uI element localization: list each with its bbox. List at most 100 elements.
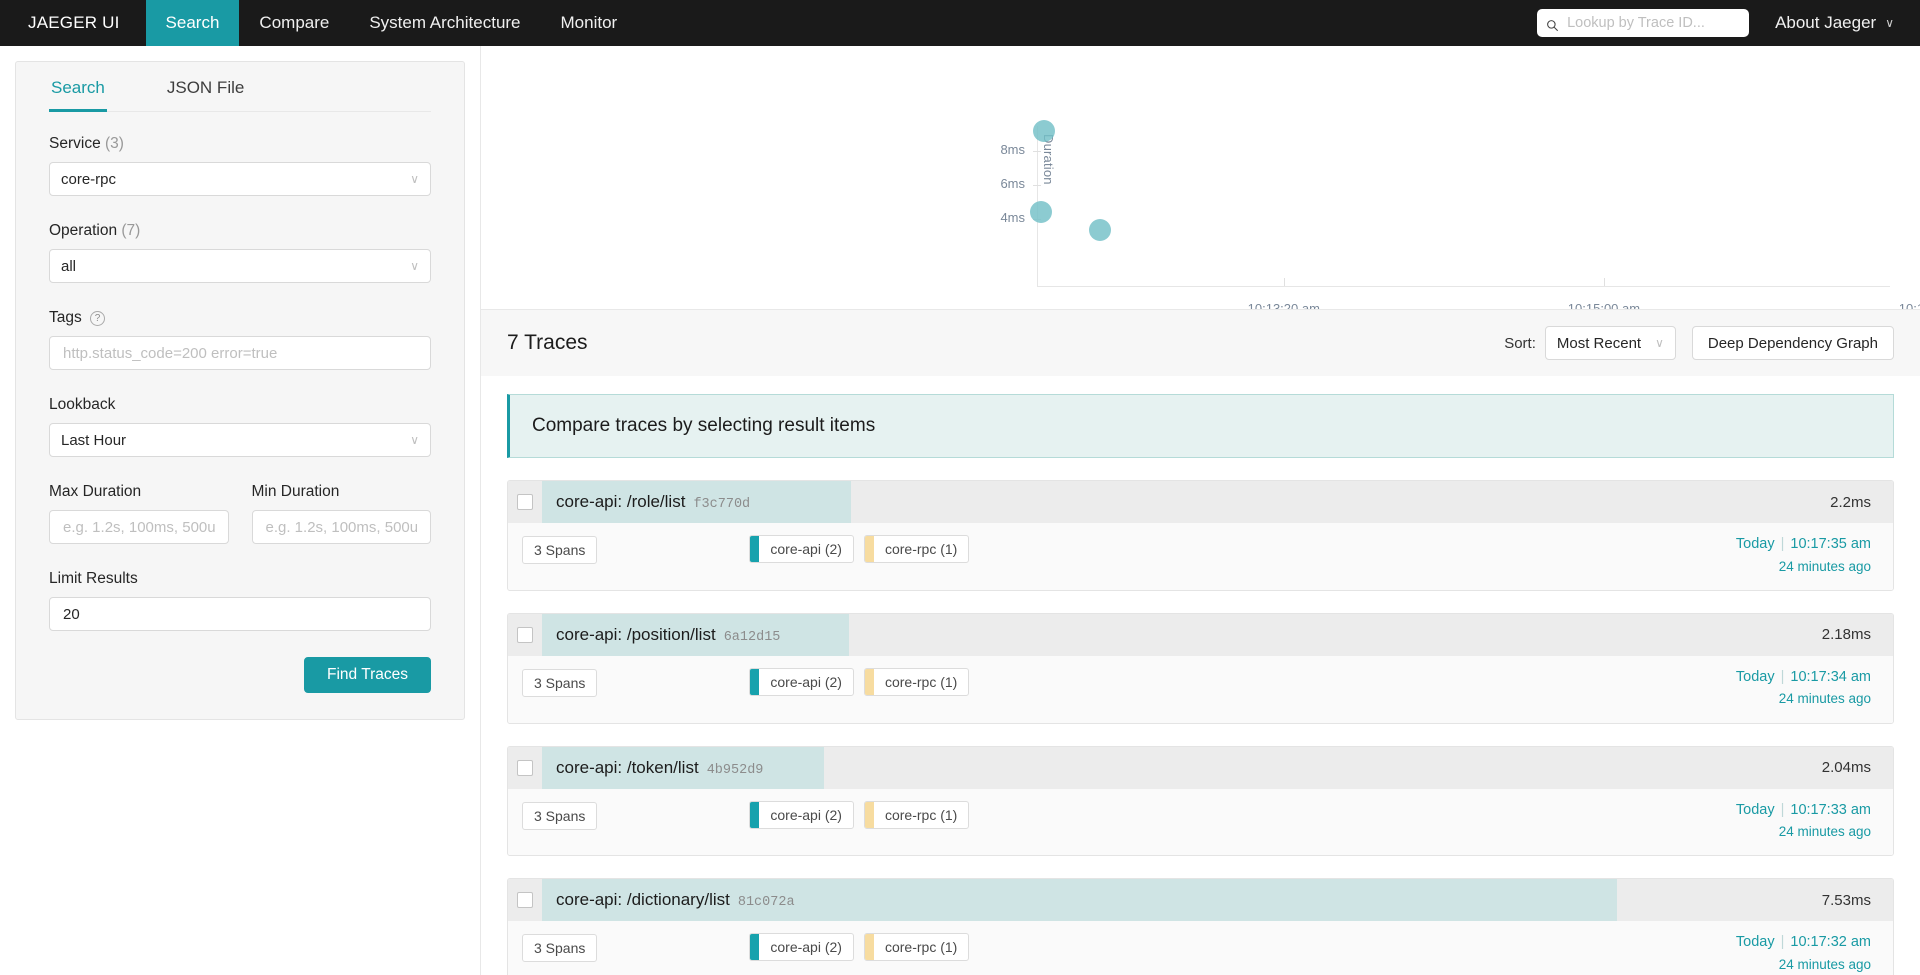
- trace-select-checkbox[interactable]: [517, 494, 533, 510]
- sort-label: Sort:: [1504, 334, 1536, 352]
- x-axis-tick-label: 10:15:00 am: [1567, 301, 1641, 310]
- min-duration-group: Min Duration: [251, 483, 431, 570]
- min-duration-field[interactable]: [251, 510, 431, 544]
- min-duration-label: Min Duration: [251, 483, 340, 500]
- duration-filters: Max Duration Min Duration: [49, 483, 431, 570]
- service-field-label: Service (3): [49, 135, 431, 153]
- find-traces-button[interactable]: Find Traces: [304, 657, 431, 693]
- nav-item-search[interactable]: Search: [145, 0, 240, 46]
- trace-timestamps: Today | 10:17:34 am 24 minutes ago: [1736, 668, 1871, 709]
- operation-count: (7): [121, 222, 141, 239]
- nav-item-compare[interactable]: Compare: [239, 0, 349, 46]
- trace-span-count: 3 Spans: [522, 801, 598, 830]
- nav-item-monitor[interactable]: Monitor: [541, 0, 638, 46]
- help-circle-icon[interactable]: ?: [90, 311, 106, 326]
- service-pill-label: core-rpc (1): [884, 673, 958, 690]
- service-pill[interactable]: core-rpc (1): [863, 800, 970, 829]
- scatter-point[interactable]: [1088, 219, 1111, 242]
- tab-search[interactable]: Search: [49, 62, 107, 112]
- app-brand[interactable]: JAEGER UI: [0, 0, 146, 46]
- max-duration-group: Max Duration: [49, 483, 229, 570]
- max-duration-field[interactable]: [49, 510, 229, 544]
- deep-dependency-graph-button[interactable]: Deep Dependency Graph: [1691, 326, 1894, 360]
- service-pill[interactable]: core-api (2): [749, 800, 854, 829]
- operation-select[interactable]: all ∨: [49, 249, 431, 283]
- trace-select-cell[interactable]: [508, 747, 542, 789]
- time-separator: |: [1780, 801, 1785, 818]
- trace-select-checkbox[interactable]: [517, 626, 533, 643]
- trace-service-pills: core-api (2) core-rpc (1): [749, 535, 970, 563]
- service-pill-label: core-api (2): [770, 673, 842, 690]
- trace-card-header[interactable]: core-api: /dictionary/list 81c072a 7.53ms: [508, 879, 1893, 922]
- scatter-point[interactable]: [1032, 120, 1055, 143]
- scatter-point[interactable]: [1030, 200, 1052, 223]
- sort-select[interactable]: Most Recent ∨: [1544, 326, 1676, 360]
- service-pill[interactable]: core-rpc (1): [863, 535, 970, 563]
- trace-select-checkbox[interactable]: [517, 892, 533, 909]
- trace-select-cell[interactable]: [508, 879, 542, 921]
- trace-day: Today: [1735, 801, 1775, 818]
- service-pill[interactable]: core-api (2): [749, 535, 854, 563]
- tags-input[interactable]: [61, 343, 419, 363]
- trace-lookup-input[interactable]: [1565, 14, 1741, 32]
- service-pill[interactable]: core-api (2): [749, 933, 854, 962]
- trace-result-card[interactable]: core-api: /role/list f3c770d 2.2ms 3 Spans c…: [507, 480, 1894, 591]
- trace-duration: 2.18ms: [1821, 626, 1871, 644]
- trace-time: 10:17:33 am: [1790, 801, 1871, 818]
- service-pill[interactable]: core-rpc (1): [863, 933, 970, 962]
- trace-scatter-plot[interactable]: Duration 4ms 6ms 8ms 10:13:20 am 10:15:00 am…: [481, 46, 1920, 310]
- trace-service-pills: core-api (2) core-rpc (1): [749, 800, 970, 829]
- trace-select-cell[interactable]: [508, 614, 542, 656]
- trace-name[interactable]: core-api: /dictionary/list 81c072a: [542, 890, 795, 910]
- about-jaeger-menu[interactable]: About Jaeger ∨: [1775, 0, 1920, 46]
- trace-result-card[interactable]: core-api: /token/list 4b952d9 2.04ms 3 Span…: [507, 745, 1894, 857]
- y-axis-tick-mark: [1033, 151, 1041, 153]
- chevron-down-icon: ∨: [1885, 16, 1894, 30]
- trace-result-card[interactable]: core-api: /dictionary/list 81c072a 7.53ms 3…: [507, 878, 1894, 975]
- limit-results-field[interactable]: [49, 597, 431, 631]
- trace-duration-bar: core-api: /position/list 6a12d15: [542, 613, 1822, 656]
- trace-duration-bar: core-api: /role/list f3c770d: [542, 481, 1830, 523]
- trace-select-cell[interactable]: [508, 481, 542, 523]
- trace-select-checkbox[interactable]: [517, 759, 533, 776]
- service-pill[interactable]: core-api (2): [749, 667, 854, 696]
- trace-card-header[interactable]: core-api: /token/list 4b952d9 2.04ms: [508, 746, 1893, 789]
- service-color-swatch: [864, 934, 874, 961]
- service-color-swatch: [864, 668, 874, 695]
- trace-duration: 7.53ms: [1821, 891, 1871, 909]
- sort-select-value: Most Recent: [1556, 334, 1642, 352]
- trace-card-header[interactable]: core-api: /position/list 6a12d15 2.18ms: [508, 613, 1893, 656]
- scatter-plot-canvas[interactable]: Duration 4ms 6ms 8ms 10:13:20 am 10:15:00 am…: [481, 46, 1920, 309]
- limit-results-input[interactable]: [61, 604, 419, 624]
- trace-timestamps: Today | 10:17:33 am 24 minutes ago: [1736, 801, 1871, 842]
- lookback-select-value: Last Hour: [61, 431, 127, 449]
- service-color-swatch: [750, 934, 760, 961]
- search-icon: [1546, 17, 1559, 31]
- trace-service-pills: core-api (2) core-rpc (1): [749, 933, 970, 962]
- lookback-select[interactable]: Last Hour ∨: [49, 423, 431, 457]
- trace-result-card[interactable]: core-api: /position/list 6a12d15 2.18ms 3 S…: [507, 612, 1894, 724]
- min-duration-input[interactable]: [263, 517, 419, 537]
- service-pill[interactable]: core-rpc (1): [863, 667, 970, 696]
- results-count: 7 Traces: [507, 331, 588, 354]
- trace-name[interactable]: core-api: /role/list f3c770d: [542, 492, 750, 512]
- y-axis-tick-label: 4ms: [1000, 209, 1025, 225]
- service-pill-label: core-api (2): [770, 541, 842, 557]
- y-axis-tick-label: 6ms: [1000, 175, 1025, 191]
- search-form-panel: Search JSON File Service (3) core-rpc ∨ …: [15, 61, 465, 720]
- trace-results-list[interactable]: Compare traces by selecting result items…: [481, 376, 1920, 975]
- trace-duration: 2.2ms: [1830, 493, 1871, 511]
- trace-lookup-box[interactable]: [1537, 9, 1750, 37]
- compare-traces-banner: Compare traces by selecting result items: [507, 394, 1894, 458]
- tab-json-file[interactable]: JSON File: [165, 62, 246, 111]
- find-traces-row: Find Traces: [49, 657, 431, 693]
- trace-name[interactable]: core-api: /token/list 4b952d9: [542, 758, 763, 778]
- trace-relative-time: 24 minutes ago: [1778, 956, 1871, 972]
- tags-field[interactable]: [49, 336, 431, 370]
- service-color-swatch: [750, 536, 760, 562]
- service-select[interactable]: core-rpc ∨: [49, 162, 431, 196]
- trace-card-header[interactable]: core-api: /role/list f3c770d 2.2ms: [508, 481, 1893, 523]
- nav-item-system-architecture[interactable]: System Architecture: [349, 0, 540, 46]
- trace-name[interactable]: core-api: /position/list 6a12d15: [542, 625, 780, 645]
- max-duration-input[interactable]: [61, 517, 217, 537]
